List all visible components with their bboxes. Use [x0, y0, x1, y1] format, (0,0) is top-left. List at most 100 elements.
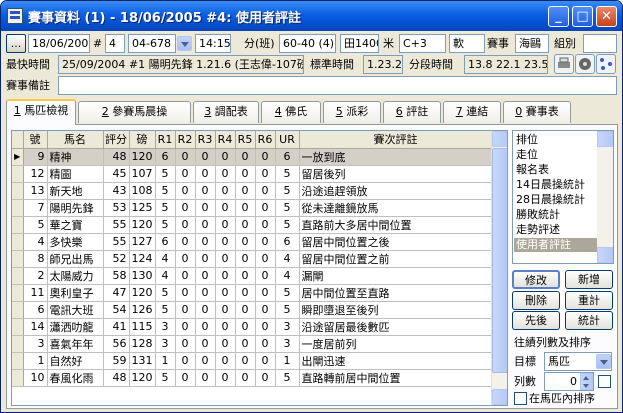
- event-field[interactable]: 海鷗: [515, 34, 549, 53]
- cell-ur[interactable]: 5: [275, 165, 300, 183]
- cell-name[interactable]: 太陽威力: [47, 267, 104, 285]
- cell-r2[interactable]: 0: [175, 182, 196, 200]
- sort-in-horse-checkbox[interactable]: [514, 392, 527, 405]
- cell-ur[interactable]: 6: [275, 148, 300, 166]
- table-row[interactable]: ▶ 9 精神 48 120 6 0 0 0 0 0 6 一放到底: [12, 148, 493, 166]
- cell-wt[interactable]: 128: [129, 335, 156, 353]
- cell-r3[interactable]: 0: [195, 352, 216, 370]
- row-indicator[interactable]: [12, 335, 24, 353]
- grid-scroll-thumb[interactable]: [492, 148, 507, 373]
- distance-field[interactable]: 田1400: [340, 34, 379, 53]
- tab-race-card[interactable]: 0 賽事表: [503, 101, 571, 123]
- cell-wt[interactable]: 108: [129, 182, 156, 200]
- tab-dividends[interactable]: 5 派彩: [323, 101, 381, 123]
- cell-r4[interactable]: 0: [215, 318, 236, 336]
- cell-no[interactable]: 13: [23, 182, 48, 200]
- recalc-button[interactable]: 重計: [565, 291, 613, 310]
- group-field[interactable]: [583, 34, 617, 53]
- cell-r3[interactable]: 0: [195, 182, 216, 200]
- cell-rating[interactable]: 43: [103, 182, 130, 200]
- cell-wt[interactable]: 131: [129, 352, 156, 370]
- cell-r3[interactable]: 0: [195, 250, 216, 268]
- cell-no[interactable]: 4: [23, 233, 48, 251]
- cell-r1[interactable]: 5: [155, 199, 176, 217]
- cell-r2[interactable]: 0: [175, 318, 196, 336]
- cell-r3[interactable]: 0: [195, 318, 216, 336]
- col-header-rating[interactable]: 評分: [103, 131, 130, 149]
- table-row[interactable]: 3 喜氣年年 56 128 3 0 0 0 0 0 3 一度居前列: [12, 335, 493, 353]
- cell-wt[interactable]: 120: [129, 148, 156, 166]
- cell-rating[interactable]: 54: [103, 301, 130, 319]
- close-button[interactable]: ✕: [596, 6, 617, 27]
- cell-r5[interactable]: 0: [235, 182, 256, 200]
- cell-r2[interactable]: 0: [175, 250, 196, 268]
- maximize-button[interactable]: □: [572, 6, 593, 27]
- cell-r1[interactable]: 4: [155, 267, 176, 285]
- tab-fos[interactable]: 4 佛氏: [261, 101, 321, 123]
- table-row[interactable]: 12 精圖 45 107 5 0 0 0 0 0 5 留居後列: [12, 165, 493, 183]
- print-icon[interactable]: [554, 54, 574, 74]
- cell-wt[interactable]: 127: [129, 233, 156, 251]
- row-indicator[interactable]: [12, 301, 24, 319]
- list-item[interactable]: 勝敗統計: [516, 208, 560, 222]
- cell-r5[interactable]: 0: [235, 148, 256, 166]
- list-item[interactable]: 走位: [516, 148, 538, 162]
- minimize-button[interactable]: _: [548, 6, 569, 27]
- cell-comment[interactable]: 留居中間位置之後: [299, 233, 493, 251]
- cell-r2[interactable]: 0: [175, 352, 196, 370]
- cell-r6[interactable]: 0: [255, 233, 276, 251]
- cell-no[interactable]: 14: [23, 318, 48, 336]
- cell-r4[interactable]: 0: [215, 148, 236, 166]
- row-indicator[interactable]: [12, 284, 24, 302]
- row-indicator[interactable]: [12, 318, 24, 336]
- cell-r1[interactable]: 6: [155, 233, 176, 251]
- list-item[interactable]: 28日晨操統計: [516, 193, 585, 207]
- cell-r5[interactable]: 0: [235, 233, 256, 251]
- cell-name[interactable]: 多快樂: [47, 233, 104, 251]
- row-indicator[interactable]: [12, 165, 24, 183]
- cell-r4[interactable]: 0: [215, 301, 236, 319]
- class-field[interactable]: 60-40 (4): [279, 34, 336, 53]
- rows-checkbox[interactable]: [598, 375, 611, 388]
- cell-name[interactable]: 自然好: [47, 352, 104, 370]
- cell-name[interactable]: 陽明先鋒: [47, 199, 104, 217]
- cell-r5[interactable]: 0: [235, 301, 256, 319]
- table-row[interactable]: 2 太陽威力 58 130 4 0 0 0 0 0 4 漏閘: [12, 267, 493, 285]
- row-indicator[interactable]: [12, 199, 24, 217]
- list-scroll-down-icon[interactable]: [597, 247, 613, 263]
- cell-r5[interactable]: 0: [235, 318, 256, 336]
- cell-r1[interactable]: 5: [155, 301, 176, 319]
- list-scroll-up-icon[interactable]: [597, 131, 613, 147]
- cell-no[interactable]: 3: [23, 335, 48, 353]
- cell-comment[interactable]: 一放到底: [299, 148, 493, 166]
- cell-comment[interactable]: 留居後列: [299, 165, 493, 183]
- col-header-r4[interactable]: R4: [215, 131, 236, 149]
- cell-rating[interactable]: 48: [103, 369, 130, 387]
- going-field[interactable]: 軟: [449, 34, 485, 53]
- cell-r6[interactable]: 0: [255, 369, 276, 387]
- cell-rating[interactable]: 56: [103, 335, 130, 353]
- cell-r1[interactable]: 3: [155, 318, 176, 336]
- cell-rating[interactable]: 55: [103, 233, 130, 251]
- cell-r5[interactable]: 0: [235, 199, 256, 217]
- cell-r3[interactable]: 0: [195, 335, 216, 353]
- cell-wt[interactable]: 107: [129, 165, 156, 183]
- delete-button[interactable]: 刪除: [512, 291, 560, 310]
- cell-r5[interactable]: 0: [235, 165, 256, 183]
- cell-wt[interactable]: 126: [129, 301, 156, 319]
- cell-wt[interactable]: 120: [129, 284, 156, 302]
- race-code-field[interactable]: 04-678: [128, 34, 176, 53]
- cell-r4[interactable]: 0: [215, 233, 236, 251]
- cell-rating[interactable]: 59: [103, 352, 130, 370]
- race-time-field[interactable]: 14:15: [195, 34, 231, 53]
- row-indicator[interactable]: [12, 182, 24, 200]
- sort-target-dropdown-icon[interactable]: [596, 354, 611, 369]
- cell-ur[interactable]: 4: [275, 250, 300, 268]
- cell-comment[interactable]: 漏閘: [299, 267, 493, 285]
- cell-r2[interactable]: 0: [175, 165, 196, 183]
- add-button[interactable]: 新增: [565, 270, 613, 289]
- race-nav-button[interactable]: ...: [6, 34, 26, 53]
- cell-rating[interactable]: 58: [103, 267, 130, 285]
- cell-comment[interactable]: 沿途留居最後數匹: [299, 318, 493, 336]
- cell-r1[interactable]: 5: [155, 369, 176, 387]
